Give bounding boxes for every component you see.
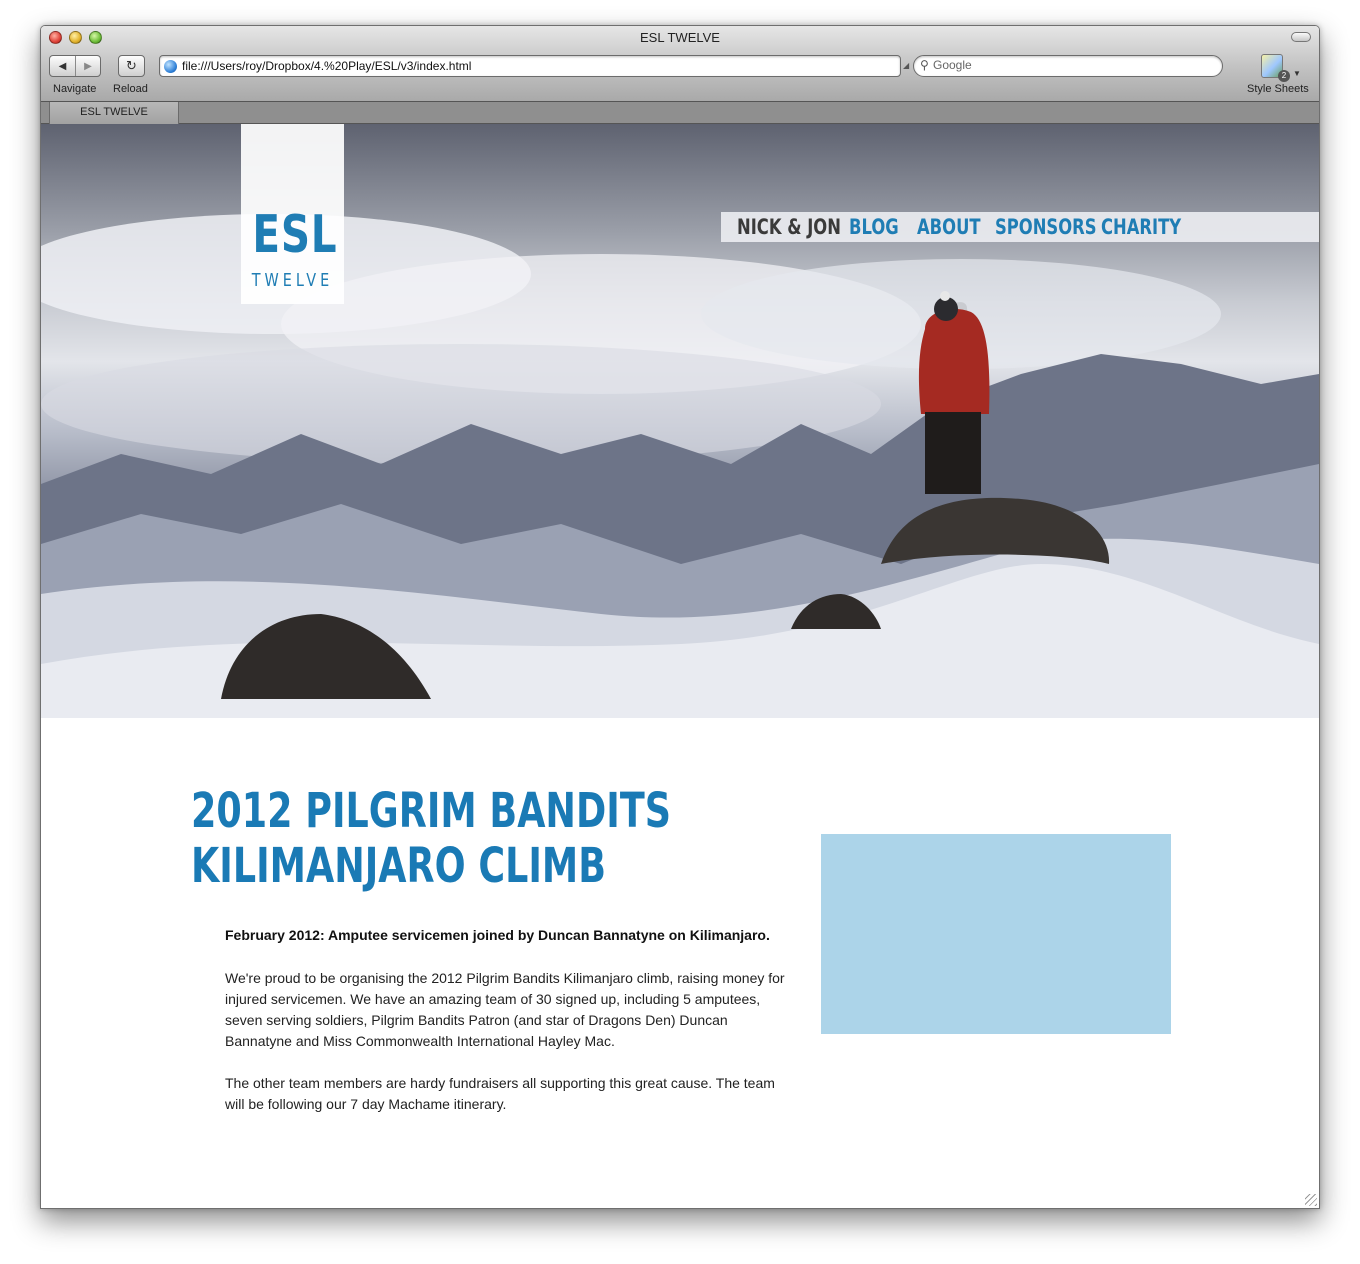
nav-sponsors[interactable]: SPONSORS <box>995 215 1097 239</box>
search-icon: ⚲ <box>920 58 929 72</box>
back-arrow-icon: ◀ <box>58 60 67 72</box>
reload-label: Reload <box>113 83 148 95</box>
page-viewport: ESL TWELVE NICK & JON BLOG ABOUT SPONSOR… <box>41 124 1319 1208</box>
address-url: file:///Users/roy/Dropbox/4.%20Play/ESL/… <box>182 59 472 73</box>
nav-nick-and-jon[interactable]: NICK & JON <box>737 215 841 239</box>
browser-toolbar: ESL TWELVE ◀ ▶ Navigate ↻ Reload file://… <box>41 26 1319 102</box>
reload-button[interactable]: ↻ <box>118 55 145 77</box>
nav-blog[interactable]: BLOG <box>849 215 902 239</box>
search-input[interactable] <box>933 58 1203 72</box>
navigate-label: Navigate <box>53 83 97 95</box>
nav-button-group: ◀ ▶ <box>49 55 101 77</box>
style-sheets-dropdown-icon[interactable]: ▼ <box>1293 69 1301 78</box>
address-bar[interactable]: file:///Users/roy/Dropbox/4.%20Play/ESL/… <box>159 55 901 77</box>
article-lead: February 2012: Amputee servicemen joined… <box>225 927 770 943</box>
logo-esl: ESL <box>252 205 338 265</box>
globe-icon <box>164 60 177 73</box>
nav-about[interactable]: ABOUT <box>917 215 981 239</box>
hero-image: ESL TWELVE NICK & JON BLOG ABOUT SPONSOR… <box>41 124 1319 718</box>
forward-arrow-icon: ▶ <box>84 60 92 72</box>
style-sheets-label: Style Sheets <box>1247 83 1309 95</box>
logo-twelve: TWELVE <box>251 270 334 291</box>
resize-grip-icon[interactable] <box>1305 1194 1317 1206</box>
style-sheets-badge: 2 <box>1278 70 1290 82</box>
main-nav: NICK & JON BLOG ABOUT SPONSORS CHARITY <box>721 212 1319 242</box>
address-resize-icon: ◢ <box>903 61 910 70</box>
title-line-1: 2012 PILGRIM BANDITS <box>191 783 671 839</box>
media-placeholder <box>821 834 1171 1034</box>
title-line-2: KILIMANJARO CLIMB <box>191 838 607 894</box>
article-paragraph: The other team members are hardy fundrai… <box>225 1075 775 1112</box>
back-button[interactable]: ◀ <box>50 56 75 76</box>
window-title: ESL TWELVE <box>640 30 720 45</box>
forward-button[interactable]: ▶ <box>75 56 100 76</box>
reload-icon: ↻ <box>126 58 137 73</box>
tab-esl-twelve[interactable]: ESL TWELVE <box>49 102 179 124</box>
nav-charity[interactable]: CHARITY <box>1101 215 1181 239</box>
search-field[interactable]: ⚲ <box>913 55 1223 77</box>
toolbar-toggle-button[interactable] <box>1291 32 1311 42</box>
site-logo[interactable]: ESL TWELVE <box>241 124 344 304</box>
page-title: 2012 PILGRIM BANDITS KILIMANJARO CLIMB <box>191 784 671 894</box>
article-paragraph: We're proud to be organising the 2012 Pi… <box>225 970 785 1049</box>
browser-window: ESL TWELVE ◀ ▶ Navigate ↻ Reload file://… <box>40 25 1320 1209</box>
tab-bar: ESL TWELVE <box>41 102 1319 124</box>
